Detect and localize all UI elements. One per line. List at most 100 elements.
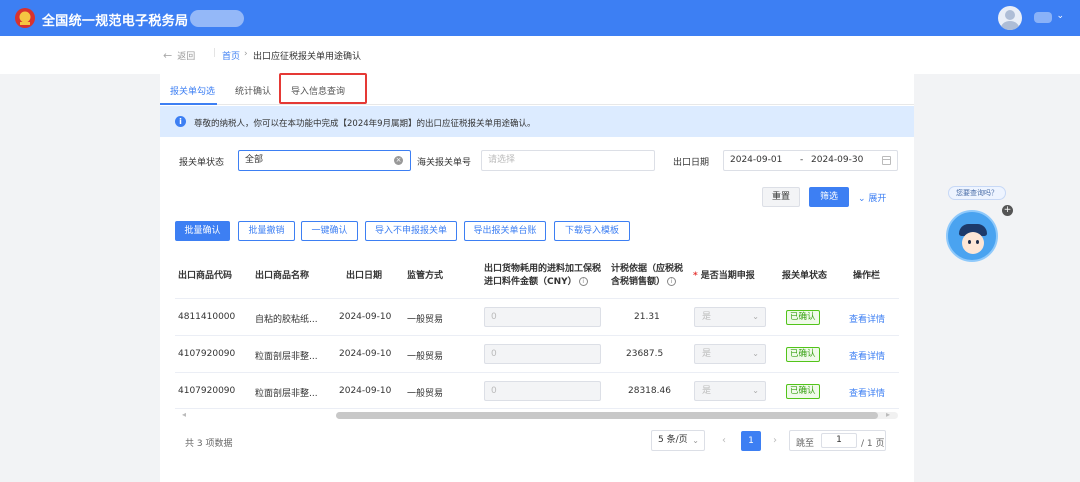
- user-avatar[interactable]: [998, 6, 1022, 30]
- cell-basis: 21.31: [634, 312, 660, 322]
- cell-name: 粒面剖层非整...: [255, 352, 318, 362]
- user-name-blurred[interactable]: [1034, 12, 1052, 23]
- highlight-annotation: [279, 73, 367, 104]
- view-details-link[interactable]: 查看详情: [849, 312, 885, 325]
- cell-basis: 28318.46: [628, 386, 671, 396]
- one-click-confirm-button[interactable]: 一键确认: [301, 221, 358, 241]
- required-mark: *: [693, 271, 698, 281]
- cell-date: 2024-09-10: [339, 312, 392, 322]
- total-count: 共 3 项数据: [185, 439, 233, 449]
- status-select[interactable]: 全部 ×: [238, 150, 411, 171]
- column-header-amount: 出口货物耗用的进料加工保税 进口料件金额（CNY） i: [484, 264, 602, 287]
- page-jump: 跳至 1 / 1 页: [789, 430, 886, 451]
- chevron-down-icon: ⌄: [752, 349, 759, 358]
- cell-mode: 一般贸易: [407, 315, 444, 325]
- row-divider: [175, 372, 899, 373]
- tab-bar: 报关单勾选 统计确认 导入信息查询: [160, 73, 914, 105]
- view-details-link[interactable]: 查看详情: [849, 386, 885, 399]
- notice-banner: i 尊敬的纳税人，你可以在本功能中完成【2024年9月属期】的出口应征税报关单用…: [160, 106, 914, 137]
- view-details-link[interactable]: 查看详情: [849, 349, 885, 362]
- column-header-name: 出口商品名称: [255, 271, 310, 281]
- cell-code: 4811410000: [178, 312, 236, 322]
- breadcrumb: ← 返回 | 首页 › 出口应征税报关单用途确认: [0, 36, 1080, 74]
- clear-icon[interactable]: ×: [394, 156, 403, 165]
- helper-tooltip[interactable]: 您要查询吗？: [948, 186, 1006, 200]
- back-button[interactable]: ← 返回: [163, 49, 195, 62]
- date-end: 2024-09-30: [811, 155, 864, 165]
- expand-filters-button[interactable]: ⌄ 展开: [858, 191, 886, 204]
- chevron-down-icon[interactable]: ⌄: [1056, 11, 1064, 21]
- page-size-select[interactable]: 5 条/页 ⌄: [651, 430, 705, 451]
- page-number-current[interactable]: 1: [741, 431, 761, 451]
- assistant-avatar-icon[interactable]: [946, 210, 998, 262]
- main-card: 报关单勾选 统计确认 导入信息查询 i 尊敬的纳税人，你可以在本功能中完成【20…: [160, 73, 914, 482]
- tab-declaration-select[interactable]: 报关单勾选: [170, 84, 215, 97]
- column-header-code: 出口商品代码: [178, 271, 233, 281]
- horizontal-scrollbar[interactable]: [336, 412, 898, 419]
- cell-code: 4107920090: [178, 386, 236, 396]
- region-badge-blurred: [190, 10, 244, 27]
- chevron-down-icon: ⌄: [752, 386, 759, 395]
- export-date-range[interactable]: 2024-09-01 - 2024-09-30: [723, 150, 898, 171]
- reset-button[interactable]: 重置: [762, 187, 800, 207]
- customs-number-select[interactable]: 请选择: [481, 150, 655, 171]
- column-header-basis: 计税依据（应税税 含税销售额） i: [611, 264, 684, 287]
- export-date-label: 出口日期: [673, 158, 710, 168]
- column-header-date: 出口日期: [346, 271, 383, 281]
- date-separator: -: [800, 155, 804, 165]
- next-page-button[interactable]: ›: [773, 435, 777, 446]
- top-bar: 全国统一规范电子税务局 ⌄: [0, 0, 1080, 36]
- cell-mode: 一般贸易: [407, 352, 444, 362]
- customs-number-label: 海关报关单号: [417, 158, 472, 168]
- info-icon[interactable]: i: [667, 277, 677, 286]
- scroll-right-icon[interactable]: ▸: [886, 410, 890, 419]
- row-divider: [175, 298, 899, 299]
- row-divider: [175, 335, 899, 336]
- scroll-left-icon[interactable]: ◂: [182, 410, 186, 419]
- row-divider: [175, 408, 899, 409]
- cell-code: 4107920090: [178, 349, 236, 359]
- scrollbar-thumb[interactable]: [336, 412, 878, 419]
- batch-confirm-button[interactable]: 批量确认: [175, 221, 230, 241]
- cell-date: 2024-09-10: [339, 349, 392, 359]
- import-nondeclare-button[interactable]: 导入不申报报关单: [365, 221, 457, 241]
- breadcrumb-divider: |: [213, 48, 217, 58]
- download-template-button[interactable]: 下载导入模板: [554, 221, 630, 241]
- calendar-icon: [882, 156, 891, 165]
- column-header-status: 报关单状态: [782, 271, 828, 281]
- status-badge: 已确认: [786, 347, 820, 362]
- declare-select: 是 ⌄: [694, 307, 766, 327]
- cell-name: 自粘的胶粘纸...: [255, 315, 318, 325]
- info-icon[interactable]: i: [578, 277, 588, 286]
- cell-mode: 一般贸易: [407, 389, 444, 399]
- column-header-mode: 监管方式: [407, 271, 444, 281]
- chevron-down-icon: ⌄: [752, 312, 759, 321]
- breadcrumb-separator: ›: [244, 49, 248, 59]
- jump-label: 跳至: [796, 439, 815, 449]
- status-badge: 已确认: [786, 384, 820, 399]
- info-icon: i: [175, 116, 186, 127]
- chevron-down-icon: ⌄: [858, 194, 869, 204]
- amount-input: 0: [484, 381, 601, 401]
- export-ledger-button[interactable]: 导出报关单台账: [464, 221, 546, 241]
- column-header-ops: 操作栏: [853, 271, 881, 281]
- breadcrumb-home-link[interactable]: 首页: [222, 49, 240, 62]
- prev-page-button[interactable]: ‹: [722, 435, 726, 446]
- close-icon[interactable]: +: [1002, 205, 1013, 216]
- batch-revoke-button[interactable]: 批量撤销: [238, 221, 295, 241]
- declare-select: 是 ⌄: [694, 381, 766, 401]
- active-tab-indicator: [160, 103, 217, 105]
- declare-select: 是 ⌄: [694, 344, 766, 364]
- brand-title: 全国统一规范电子税务局: [42, 14, 189, 29]
- date-start: 2024-09-01: [730, 155, 783, 165]
- status-badge: 已确认: [786, 310, 820, 325]
- cell-name: 粒面剖层非整...: [255, 389, 318, 399]
- cell-date: 2024-09-10: [339, 386, 392, 396]
- status-filter-label: 报关单状态: [179, 158, 225, 168]
- chevron-down-icon: ⌄: [692, 436, 699, 445]
- jump-input[interactable]: 1: [821, 433, 857, 448]
- search-button[interactable]: 筛选: [809, 187, 849, 207]
- tab-statistics-confirm[interactable]: 统计确认: [235, 84, 271, 97]
- amount-input: 0: [484, 307, 601, 327]
- back-arrow-icon: ←: [163, 49, 173, 62]
